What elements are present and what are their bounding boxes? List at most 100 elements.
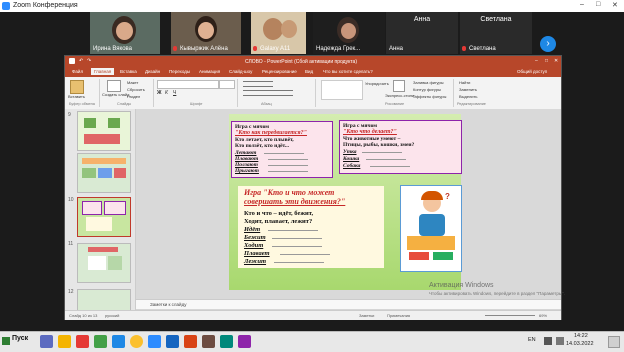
comments-toggle[interactable]: Примечания — [387, 313, 410, 318]
participant-gallery: Ирина Вякова Кывыржик Алёна Galaxy A11 Н… — [0, 12, 624, 54]
slide-thumbnail[interactable] — [77, 243, 131, 283]
minimize-icon[interactable]: – — [580, 1, 584, 8]
ppt-minimize-icon[interactable]: – — [535, 58, 538, 64]
redo-icon[interactable]: ↷ — [87, 58, 91, 64]
answer-word: Прыгают — [235, 168, 259, 174]
blank-line — [362, 152, 402, 153]
app-icon[interactable] — [94, 335, 107, 348]
participant-tile[interactable]: Galaxy A11 — [251, 12, 306, 54]
underline-icon[interactable]: Ч — [173, 90, 176, 96]
slide-thumbnail-selected[interactable] — [77, 197, 131, 237]
maximize-icon[interactable]: □ — [596, 1, 600, 8]
bold-icon[interactable]: Ж — [157, 90, 162, 96]
zoom-level[interactable]: 69% — [539, 313, 547, 318]
slide-thumbnail[interactable] — [77, 111, 131, 151]
ppt-maximize-icon[interactable]: □ — [545, 58, 548, 64]
font-name-select[interactable] — [157, 80, 219, 89]
tell-me-search[interactable]: Что вы хотите сделать? — [323, 69, 373, 74]
tab-view[interactable]: Вид — [305, 69, 313, 74]
bullets-icon[interactable] — [243, 81, 273, 87]
tab-review[interactable]: Рецензирование — [262, 69, 297, 74]
new-slide-icon[interactable] — [107, 80, 121, 92]
input-language[interactable]: EN — [528, 337, 536, 343]
participant-name: Надежда Грек... — [316, 46, 361, 52]
font-size-select[interactable] — [219, 80, 235, 89]
zoom-taskbar-icon[interactable] — [148, 335, 161, 348]
shape-fill-button[interactable]: Заливка фигуры — [413, 80, 444, 85]
section-button[interactable]: Раздел — [127, 94, 140, 99]
participant-tile[interactable]: Ирина Вякова — [90, 12, 160, 54]
tab-home[interactable]: Главная — [91, 68, 115, 75]
zoom-window-title: Zoom Конференция — [13, 2, 78, 9]
notifications-icon[interactable] — [608, 336, 620, 348]
tab-animations[interactable]: Анимация — [199, 69, 220, 74]
participant-tile[interactable]: Анна Анна — [386, 12, 458, 54]
text-box-game-3[interactable]: Игра "Кто и что может совершать эти движ… — [238, 186, 384, 268]
slide-counter: Слайд 10 из 13 — [69, 313, 98, 318]
network-icon[interactable] — [544, 337, 552, 345]
layout-button[interactable]: Макет — [127, 80, 138, 85]
chrome-icon[interactable] — [130, 335, 143, 348]
slide-thumbnail[interactable] — [77, 153, 131, 193]
boy-shirt — [419, 214, 445, 236]
notes-toggle[interactable]: Заметки — [359, 313, 374, 318]
tab-slideshow[interactable]: Слайд-шоу — [229, 69, 252, 74]
boy-reading-picture[interactable]: ? — [400, 185, 462, 272]
share-button[interactable]: Общий доступ — [517, 69, 547, 74]
participant-tile[interactable]: Надежда Грек... — [313, 12, 385, 54]
muted-mic-icon — [462, 46, 466, 51]
ppt-close-icon[interactable]: ✕ — [554, 58, 558, 64]
paste-button[interactable]: Вставить — [68, 94, 85, 99]
close-icon[interactable]: ✕ — [612, 1, 618, 9]
task-view-icon[interactable] — [40, 335, 53, 348]
tab-design[interactable]: Дизайн — [145, 69, 160, 74]
tab-transitions[interactable]: Переходы — [169, 69, 190, 74]
notes-pane[interactable]: Заметки к слайду — [136, 299, 561, 309]
select-button[interactable]: Выделить — [459, 94, 477, 99]
powerpoint-taskbar-icon[interactable] — [184, 335, 197, 348]
app-icon[interactable] — [76, 335, 89, 348]
arrange-button[interactable]: Упорядочить — [365, 81, 389, 86]
reset-button[interactable]: Сбросить — [127, 87, 145, 92]
quick-styles-icon[interactable] — [393, 80, 405, 92]
clock-time[interactable]: 14:22 — [574, 333, 588, 339]
italic-icon[interactable]: К — [165, 90, 168, 96]
slide-number: 11 — [68, 241, 74, 247]
word-icon[interactable] — [166, 335, 179, 348]
windows-start-icon[interactable] — [2, 337, 10, 345]
replace-button[interactable]: Заменить — [459, 87, 477, 92]
shape-outline-button[interactable]: Контур фигуры — [413, 87, 441, 92]
app-icon[interactable] — [220, 335, 233, 348]
app-icon[interactable] — [112, 335, 125, 348]
align-icon[interactable] — [243, 90, 293, 96]
file-explorer-icon[interactable] — [58, 335, 71, 348]
paste-icon[interactable] — [70, 80, 84, 94]
start-button[interactable]: Пуск — [12, 335, 28, 342]
next-page-button[interactable]: › — [540, 36, 556, 52]
shapes-gallery[interactable] — [321, 80, 363, 100]
language-status[interactable]: русский — [105, 313, 119, 318]
quick-styles-button[interactable]: Экспресс-стили — [385, 93, 414, 98]
text-box-game-1[interactable]: Игра с мячом "Кто как передвигается?" Кт… — [231, 121, 333, 178]
new-slide-button[interactable]: Создать слайд — [102, 92, 129, 97]
shape-effects-button[interactable]: Эффекты фигуры — [413, 94, 446, 99]
clock-date[interactable]: 14.03.2022 — [566, 341, 594, 347]
participant-tile[interactable]: Светлана Светлана — [460, 12, 532, 54]
participant-tile[interactable]: Кывыржик Алёна — [171, 12, 241, 54]
participant-name: Анна — [389, 46, 403, 52]
answer-word: Плавает — [244, 250, 270, 257]
zoom-logo-icon — [2, 2, 10, 10]
tab-insert[interactable]: Вставка — [120, 69, 137, 74]
volume-icon[interactable] — [556, 337, 564, 345]
participant-face — [198, 22, 214, 39]
find-button[interactable]: Найти — [459, 80, 470, 85]
slide-thumbnail[interactable] — [77, 289, 131, 311]
app-icon[interactable] — [238, 335, 251, 348]
zoom-slider[interactable] — [485, 315, 535, 316]
save-icon[interactable] — [69, 58, 75, 64]
text-box-game-2[interactable]: Игра с мячом "Кто что делает?" Что живот… — [339, 120, 462, 174]
participant-name: Galaxy A11 — [260, 46, 291, 52]
undo-icon[interactable]: ↶ — [79, 58, 83, 64]
tab-file[interactable]: Файл — [72, 69, 83, 74]
app-icon[interactable] — [202, 335, 215, 348]
